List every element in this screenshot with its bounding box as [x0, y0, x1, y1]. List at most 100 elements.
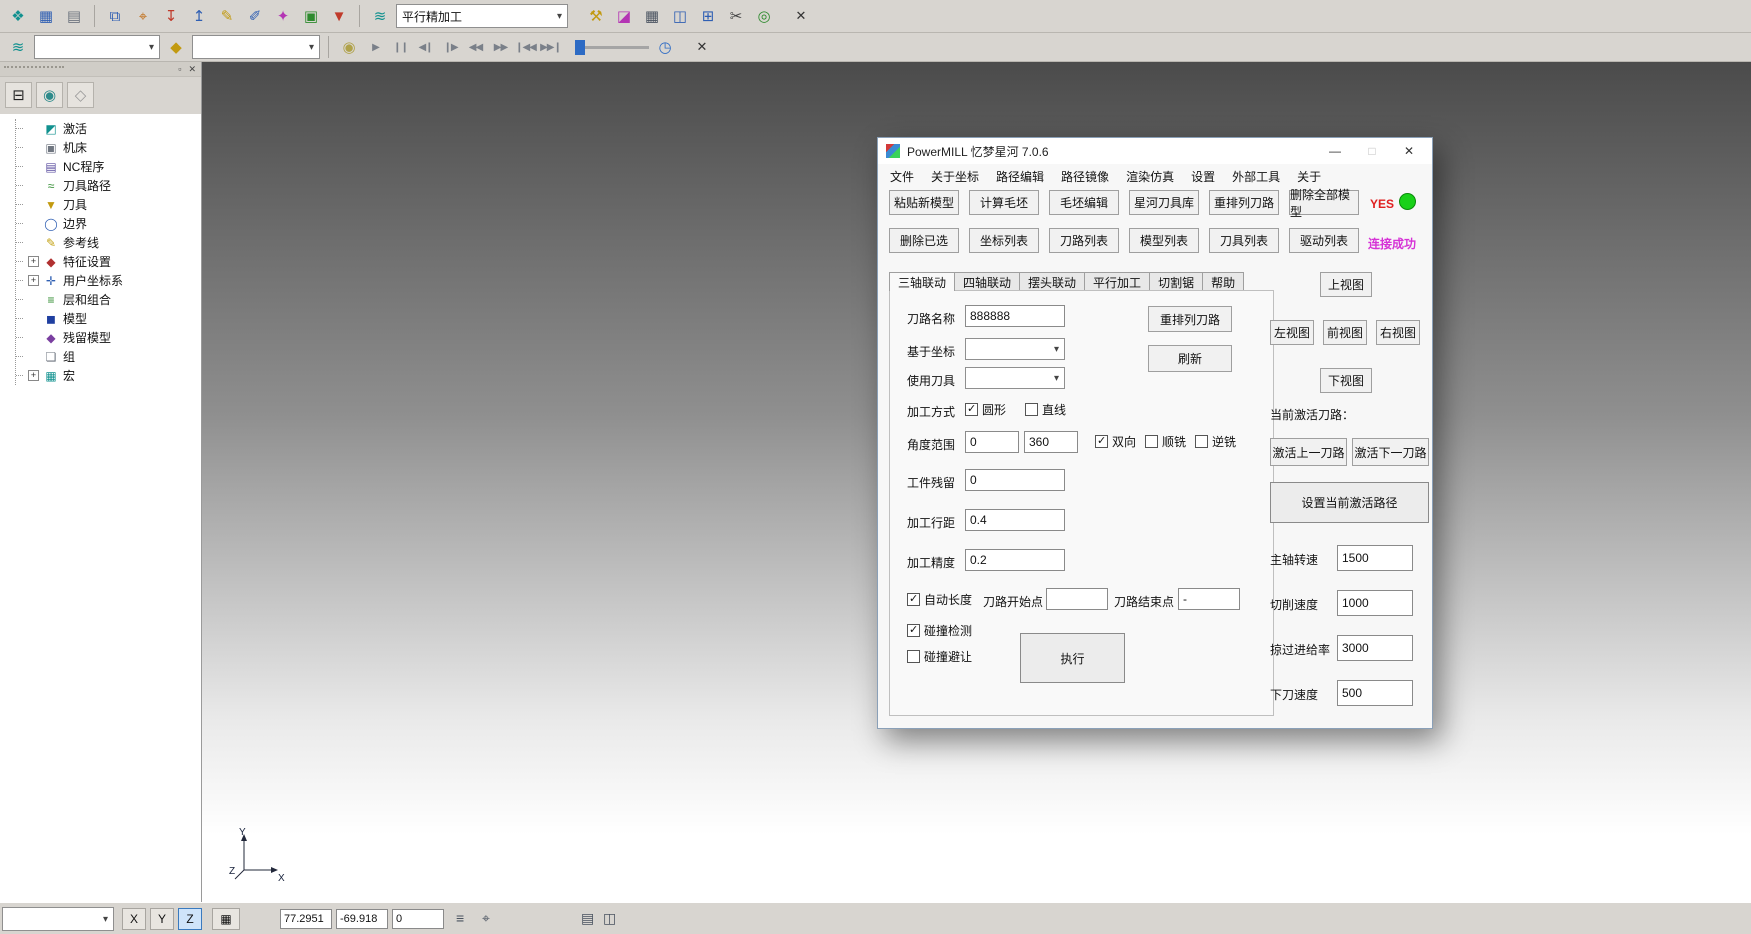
coord-y-input[interactable] — [336, 909, 388, 929]
refresh-button[interactable]: 刷新 — [1148, 345, 1232, 372]
tab-parallel[interactable]: 平行加工 — [1084, 272, 1150, 291]
pencil-blue-icon[interactable]: ✐ — [243, 4, 267, 28]
drive-list-button[interactable]: 驱动列表 — [1289, 228, 1359, 253]
menu-file[interactable]: 文件 — [890, 168, 914, 185]
calculator-icon[interactable]: ▦ — [640, 4, 664, 28]
tool-small-icon[interactable]: ◆ — [164, 35, 188, 59]
panel-grip[interactable] — [4, 66, 64, 68]
coord-z-input[interactable] — [392, 909, 444, 929]
hammer-icon[interactable]: ⚒ — [584, 4, 608, 28]
plunge-feed-input[interactable] — [1337, 680, 1413, 706]
minimize-button[interactable]: — — [1320, 144, 1350, 158]
tree-toggle-icon[interactable]: ⊟ — [5, 82, 32, 108]
expander[interactable] — [28, 237, 39, 248]
tree-item-boundaries[interactable]: ◯边界 — [16, 214, 201, 233]
maximize-button[interactable]: □ — [1357, 144, 1387, 158]
grid-toggle-icon[interactable]: ▦ — [212, 908, 240, 930]
cutting-feed-input[interactable] — [1337, 590, 1413, 616]
tolerance-input[interactable] — [965, 549, 1065, 571]
tree-item-groups[interactable]: ❏组 — [16, 347, 201, 366]
top-view-button[interactable]: 上视图 — [1320, 272, 1372, 297]
go-start-button[interactable]: ❙◀◀ — [515, 37, 536, 57]
drill-tool-icon[interactable]: ▼ — [327, 4, 351, 28]
playback-close-icon[interactable]: ✕ — [693, 39, 711, 55]
tab-four-axis[interactable]: 四轴联动 — [954, 272, 1020, 291]
tree-item-macros[interactable]: +▦宏 — [16, 366, 201, 385]
go-end-button[interactable]: ▶▶❙ — [540, 37, 561, 57]
menu-path-edit[interactable]: 路径编辑 — [996, 168, 1044, 185]
auto-length-checkbox[interactable]: 自动长度 — [907, 591, 972, 608]
pin-red-icon[interactable]: ↧ — [159, 4, 183, 28]
toolpath-name-input[interactable] — [965, 305, 1065, 327]
tree-item-models[interactable]: ◼模型 — [16, 309, 201, 328]
step-forward-button[interactable]: ❙▶ — [440, 37, 461, 57]
save-icon[interactable]: ▦ — [34, 4, 58, 28]
simulate-icon[interactable]: ⊞ — [696, 4, 720, 28]
front-view-button[interactable]: 前视图 — [1323, 320, 1367, 345]
printer-icon[interactable]: ▤ — [581, 910, 594, 927]
toolbar-close-icon[interactable]: ✕ — [792, 8, 810, 24]
close-button[interactable]: ✕ — [1394, 144, 1424, 158]
expander[interactable] — [28, 351, 39, 362]
set-active-path-button[interactable]: 设置当前激活路径 — [1270, 482, 1429, 523]
coord-select[interactable]: ▾ — [965, 338, 1065, 360]
tool-select[interactable]: ▾ — [965, 367, 1065, 389]
skim-feed-input[interactable] — [1337, 635, 1413, 661]
tree-item-toolpaths[interactable]: ≈刀具路径 — [16, 176, 201, 195]
workplane-icon[interactable]: ⌖ — [131, 4, 155, 28]
conventional-checkbox[interactable]: 逆铣 — [1195, 433, 1236, 450]
mode-line-checkbox[interactable]: 直线 — [1025, 401, 1066, 418]
toolpath-list-button[interactable]: 刀路列表 — [1049, 228, 1119, 253]
tree-item-machine[interactable]: ▣机床 — [16, 138, 201, 157]
stepover-input[interactable] — [965, 509, 1065, 531]
expander[interactable] — [28, 199, 39, 210]
tool-dropdown[interactable]: ▾ — [192, 35, 320, 59]
tool-list-button[interactable]: 刀具列表 — [1209, 228, 1279, 253]
step-back-button[interactable]: ◀❙ — [415, 37, 436, 57]
expander[interactable] — [28, 294, 39, 305]
collision-check-checkbox[interactable]: 碰撞检测 — [907, 622, 972, 639]
delete-selected-button[interactable]: 删除已选 — [889, 228, 959, 253]
pin-blue-icon[interactable]: ↥ — [187, 4, 211, 28]
coord-list-button[interactable]: 坐标列表 — [969, 228, 1039, 253]
slider-handle[interactable] — [575, 40, 585, 55]
collision-avoid-checkbox[interactable]: 碰撞避让 — [907, 648, 972, 665]
tool-library-button[interactable]: 星河刀具库 — [1129, 190, 1199, 215]
y-axis-button[interactable]: Y — [150, 908, 174, 930]
mode-circle-checkbox[interactable]: 圆形 — [965, 401, 1006, 418]
execute-button[interactable]: 执行 — [1020, 633, 1125, 683]
bottom-view-button[interactable]: 下视图 — [1320, 368, 1372, 393]
tab-cutting-saw[interactable]: 切割锯 — [1149, 272, 1203, 291]
expander[interactable]: + — [28, 256, 39, 267]
spindle-speed-input[interactable] — [1337, 545, 1413, 571]
shield-icon[interactable]: ◇ — [67, 82, 94, 108]
expander[interactable] — [28, 313, 39, 324]
tree-item-nc-programs[interactable]: ▤NC程序 — [16, 157, 201, 176]
tab-three-axis[interactable]: 三轴联动 — [889, 272, 955, 291]
list-icon[interactable]: ≡ — [456, 910, 464, 926]
x-axis-button[interactable]: X — [122, 908, 146, 930]
tree-item-feature-sets[interactable]: +◆特征设置 — [16, 252, 201, 271]
tab-tilt-head[interactable]: 摆头联动 — [1019, 272, 1085, 291]
expander[interactable] — [28, 123, 39, 134]
print-icon[interactable]: ▤ — [62, 4, 86, 28]
menu-settings[interactable]: 设置 — [1191, 168, 1215, 185]
globe-icon[interactable]: ◉ — [36, 82, 63, 108]
start-point-input[interactable] — [1046, 588, 1108, 610]
climb-checkbox[interactable]: 顺铣 — [1145, 433, 1186, 450]
toolpath-dropdown[interactable]: ▾ — [34, 35, 160, 59]
strategy-small-icon[interactable]: ≋ — [6, 35, 30, 59]
stock-allowance-input[interactable] — [965, 469, 1065, 491]
monitor-icon[interactable]: ◫ — [603, 910, 616, 927]
menu-about-coords[interactable]: 关于坐标 — [931, 168, 979, 185]
chart-icon[interactable]: ◪ — [612, 4, 636, 28]
reorder-toolpath-button[interactable]: 重排列刀路 — [1148, 306, 1232, 332]
dialog-titlebar[interactable]: PowerMILL 忆梦星河 7.0.6 — □ ✕ — [878, 138, 1432, 164]
panel-pin-icon[interactable]: ▫ — [178, 64, 181, 74]
expander[interactable] — [28, 161, 39, 172]
strategy-preset-dropdown[interactable]: 平行精加工 ▾ — [396, 4, 568, 28]
activate-next-button[interactable]: 激活下一刀路 — [1352, 438, 1429, 466]
calc-stock-button[interactable]: 计算毛坯 — [969, 190, 1039, 215]
rewind-button[interactable]: ◀◀ — [465, 37, 486, 57]
model-list-button[interactable]: 模型列表 — [1129, 228, 1199, 253]
